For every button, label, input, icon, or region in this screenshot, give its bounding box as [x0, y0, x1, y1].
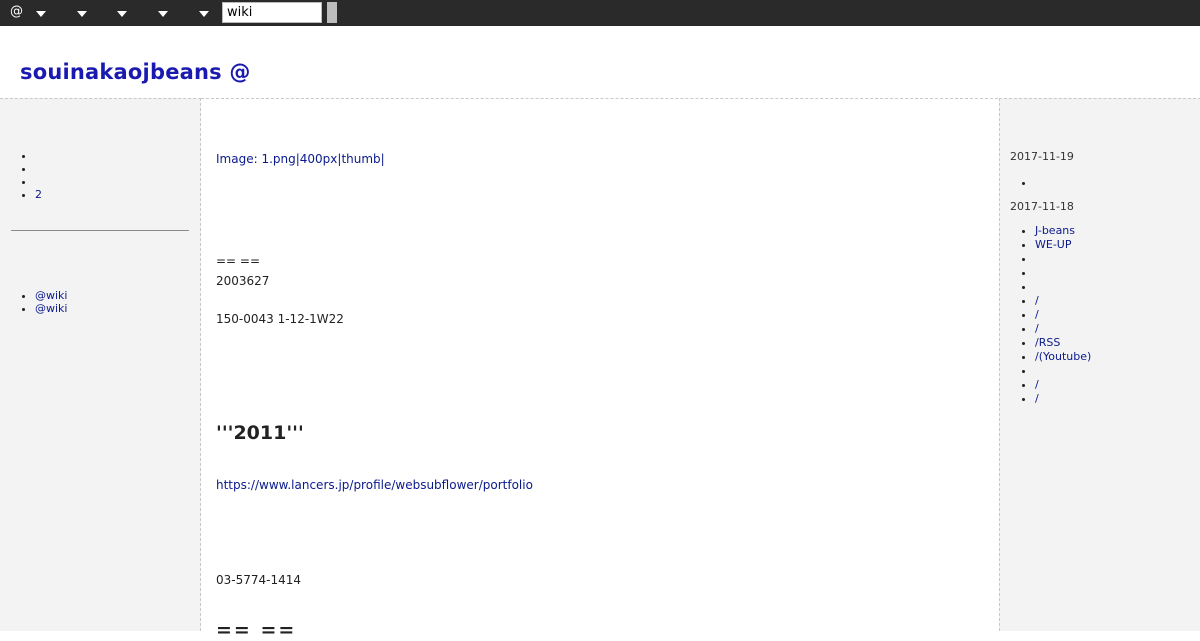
list-item[interactable]: / — [1035, 392, 1091, 406]
section-heading: == == — [216, 619, 297, 641]
address-text: 150-0043 1-12-1W22 — [216, 312, 344, 326]
portfolio-link[interactable]: https://www.lancers.jp/profile/websubflo… — [216, 478, 533, 492]
update-list: J-beans WE-UP / / / /RSS /(Youtube) / / — [1000, 224, 1091, 406]
search-button[interactable] — [327, 2, 337, 23]
update-link[interactable]: / — [1035, 294, 1039, 307]
list-item[interactable]: J-beans — [1035, 224, 1091, 238]
list-item[interactable]: / — [1035, 322, 1091, 336]
atwiki-link[interactable]: @wiki — [35, 289, 67, 302]
list-item[interactable] — [35, 175, 42, 188]
date-label: 2017-11-18 — [1010, 200, 1074, 213]
section-markup: == == — [216, 254, 261, 268]
update-link[interactable]: / — [1035, 392, 1039, 405]
chevron-down-icon[interactable] — [117, 11, 127, 17]
rss-link[interactable]: /RSS — [1035, 336, 1060, 349]
image-markup-link[interactable]: Image: 1.png|400px|thumb| — [216, 152, 385, 166]
left-nav-list: 2 — [0, 149, 42, 201]
list-item[interactable]: @wiki — [35, 302, 67, 315]
left-sidebar: 2 @wiki @wiki — [0, 98, 201, 631]
update-list — [1000, 176, 1035, 190]
list-item[interactable]: / — [1035, 378, 1091, 392]
left-nav-link[interactable]: 2 — [35, 188, 42, 201]
search-input[interactable] — [222, 2, 322, 23]
list-item[interactable]: @wiki — [35, 289, 67, 302]
list-item[interactable]: WE-UP — [1035, 238, 1091, 252]
update-link[interactable]: / — [1035, 378, 1039, 391]
list-item[interactable]: /(Youtube) — [1035, 350, 1091, 364]
list-item[interactable] — [35, 162, 42, 175]
list-item[interactable]: / — [1035, 308, 1091, 322]
list-item[interactable] — [1035, 266, 1091, 280]
right-sidebar: 2017-11-19 2017-11-18 J-beans WE-UP / / … — [999, 98, 1200, 631]
list-item[interactable]: /RSS — [1035, 336, 1091, 350]
chevron-down-icon[interactable] — [158, 11, 168, 17]
atwiki-menu-label[interactable]: @ — [10, 4, 23, 19]
list-item[interactable] — [1035, 280, 1091, 294]
site-title[interactable]: souinakaojbeans @ — [20, 60, 251, 84]
list-item[interactable] — [1035, 364, 1091, 378]
section-heading: '''2011''' — [216, 422, 304, 444]
update-link[interactable]: J-beans — [1035, 224, 1075, 237]
chevron-down-icon[interactable] — [36, 11, 46, 17]
update-link[interactable]: / — [1035, 308, 1039, 321]
top-toolbar: @ — [0, 0, 1200, 26]
list-item[interactable] — [1035, 252, 1091, 266]
list-item[interactable]: / — [1035, 294, 1091, 308]
date-label: 2017-11-19 — [1010, 150, 1074, 163]
list-item[interactable]: 2 — [35, 188, 42, 201]
chevron-down-icon[interactable] — [199, 11, 209, 17]
chevron-down-icon[interactable] — [77, 11, 87, 17]
youtube-link[interactable]: /(Youtube) — [1035, 350, 1091, 363]
left-link-list: @wiki @wiki — [0, 289, 67, 315]
list-item[interactable] — [35, 149, 42, 162]
update-link[interactable]: / — [1035, 322, 1039, 335]
atwiki-link[interactable]: @wiki — [35, 302, 67, 315]
update-link[interactable]: WE-UP — [1035, 238, 1071, 251]
phone-text: 03-5774-1414 — [216, 573, 302, 587]
text-line: 2003627 — [216, 274, 270, 288]
main-content: Image: 1.png|400px|thumb| == == 2003627 … — [201, 98, 998, 641]
divider — [11, 230, 189, 231]
